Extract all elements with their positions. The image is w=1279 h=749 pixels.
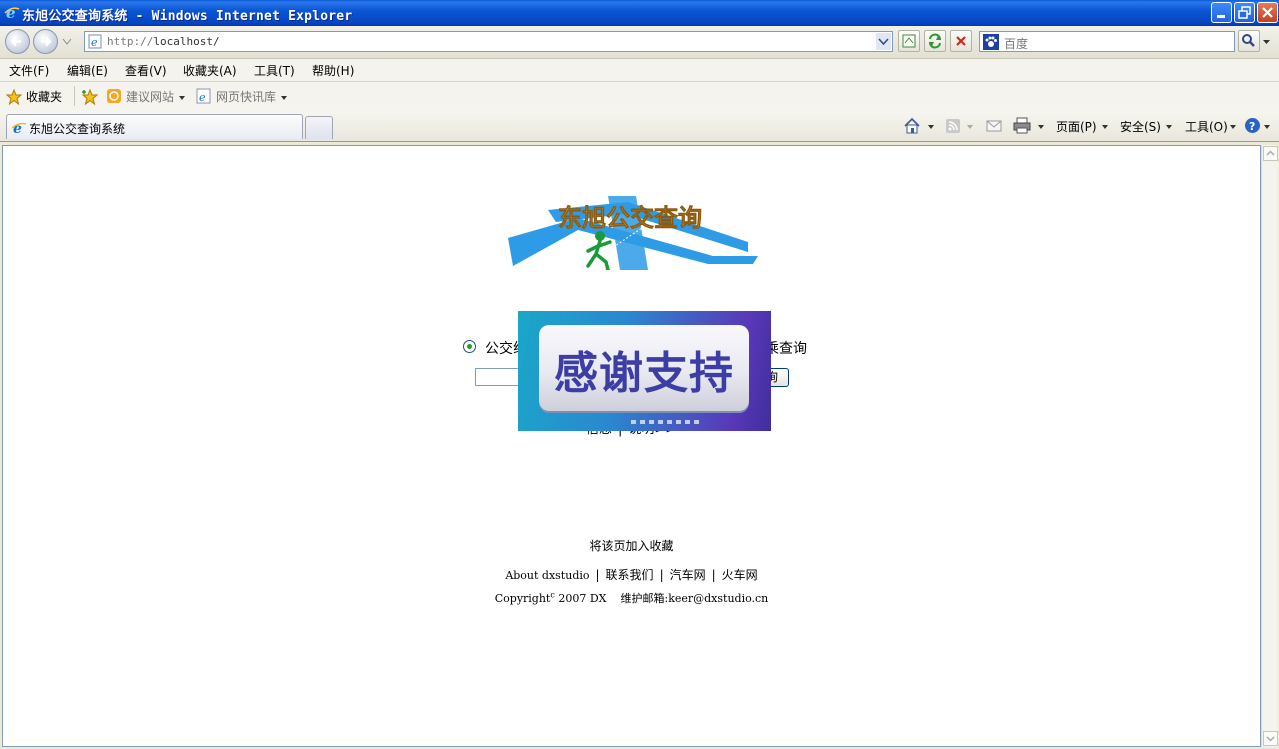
search-options-icon[interactable]: [1262, 38, 1271, 46]
help-dropdown-icon[interactable]: [1263, 124, 1271, 130]
mail-icon[interactable]: [986, 119, 1002, 133]
svg-text:e: e: [6, 4, 16, 20]
logo-text: 东旭公交查询: [558, 203, 702, 232]
address-field[interactable]: e http://localhost/: [84, 31, 893, 52]
menu-tools[interactable]: 工具(T): [254, 62, 295, 79]
copyright: Copyrightc 2007 DX 维护邮箱:keer@dxstudio.cn: [3, 590, 1260, 606]
web-slice-gallery-link[interactable]: 网页快讯库: [216, 88, 276, 105]
feeds-dropdown-icon[interactable]: [966, 124, 974, 130]
maintainer-email: 维护邮箱:keer@dxstudio.cn: [620, 592, 769, 605]
stop-icon: [956, 36, 966, 46]
url-host: localhost/: [153, 35, 220, 48]
scroll-down-icon: [1266, 736, 1275, 742]
train-site-link[interactable]: 火车网: [722, 568, 758, 582]
svg-text:e: e: [199, 91, 206, 104]
help-icon[interactable]: ?: [1244, 117, 1261, 134]
suggested-sites-link[interactable]: 建议网站: [126, 88, 174, 105]
copyright-prefix: Copyright: [494, 592, 551, 605]
scroll-up-button[interactable]: [1263, 146, 1278, 161]
page-dropdown-icon[interactable]: [1101, 124, 1109, 130]
minimize-icon: [1217, 15, 1225, 18]
add-to-favorites-link[interactable]: 将该页加入收藏: [3, 537, 1260, 554]
new-tab-button[interactable]: [305, 116, 333, 139]
page-content: 东旭公交查询 公交线 乘查询 询 信息|说明>> 感谢支持 将该页加入收藏 Ab…: [2, 145, 1261, 747]
print-icon[interactable]: [1013, 117, 1031, 134]
thanks-banner-plate: 感谢支持: [539, 325, 749, 424]
scroll-down-button[interactable]: [1263, 731, 1278, 746]
history-dropdown-icon[interactable]: [62, 38, 72, 46]
menu-edit[interactable]: 编辑(E): [67, 62, 108, 79]
svg-text:?: ?: [1249, 120, 1255, 133]
bus-line-radio[interactable]: [463, 340, 476, 353]
page-icon: e: [88, 34, 102, 49]
home-icon[interactable]: [903, 117, 921, 134]
forward-button[interactable]: [33, 29, 58, 54]
back-arrow-icon: [10, 36, 21, 47]
favorites-bar: 收藏夹 建议网站 e 网页快讯库: [0, 82, 1279, 111]
favorites-divider: [74, 86, 75, 106]
scroll-up-icon: [1266, 150, 1275, 156]
tab-current[interactable]: e 东旭公交查询系统: [6, 114, 303, 139]
safety-dropdown-icon[interactable]: [1165, 124, 1173, 130]
site-logo: 东旭公交查询: [508, 196, 758, 270]
print-dropdown-icon[interactable]: [1037, 124, 1045, 130]
tools-dropdown-icon[interactable]: [1229, 124, 1237, 130]
search-placeholder: 百度: [1004, 37, 1029, 51]
address-dropdown-icon[interactable]: [876, 33, 891, 50]
favorites-star-icon: [6, 89, 22, 105]
vertical-scrollbar[interactable]: [1261, 145, 1278, 747]
about-link[interactable]: About dxstudio: [505, 569, 589, 582]
page-menu[interactable]: 页面(P): [1056, 118, 1097, 135]
footer-links: About dxstudio | 联系我们 | 汽车网 | 火车网: [505, 568, 758, 582]
address-row: e http://localhost/ 百度: [0, 26, 1279, 59]
menu-help[interactable]: 帮助(H): [312, 62, 354, 79]
search-field[interactable]: 百度: [979, 31, 1235, 52]
tools-menu[interactable]: 工具(O): [1185, 118, 1228, 135]
baidu-paw-icon: [983, 34, 999, 50]
web-slice-icon: e: [196, 88, 211, 104]
car-site-link[interactable]: 汽车网: [670, 568, 706, 582]
url-protocol: http://: [107, 35, 154, 48]
tab-ie-icon: e: [12, 121, 27, 135]
thanks-banner-text: 感谢支持: [554, 348, 734, 399]
web-slice-dropdown-icon[interactable]: [280, 95, 288, 101]
home-dropdown-icon[interactable]: [927, 124, 935, 130]
refresh-button[interactable]: [924, 30, 946, 52]
contact-link[interactable]: 联系我们: [606, 568, 654, 582]
window-title: 东旭公交查询系统 - Windows Internet Explorer: [22, 9, 353, 24]
refresh-icon: [929, 33, 941, 49]
menu-file[interactable]: 文件(F): [9, 62, 49, 79]
minimize-button[interactable]: [1211, 2, 1232, 23]
ie-logo-icon: e: [4, 4, 20, 20]
tab-row: e 东旭公交查询系统 页面(P) 安全(S) 工具(O) ?: [0, 111, 1279, 142]
copyright-year: 2007 DX: [554, 592, 607, 605]
suggested-sites-dropdown-icon[interactable]: [178, 95, 186, 101]
feeds-icon[interactable]: [945, 118, 961, 134]
compatibility-view-icon: [902, 34, 916, 48]
tab-title: 东旭公交查询系统: [29, 122, 126, 136]
menu-favorites[interactable]: 收藏夹(A): [183, 62, 237, 79]
search-icon: [1242, 34, 1255, 47]
banner-dots: [631, 420, 701, 424]
menu-bar: 文件(F) 编辑(E) 查看(V) 收藏夹(A) 工具(T) 帮助(H): [0, 59, 1279, 82]
restore-icon: [1238, 6, 1251, 19]
compatibility-view-button[interactable]: [898, 30, 920, 52]
suggested-sites-icon: [107, 89, 121, 103]
menu-view[interactable]: 查看(V): [125, 62, 167, 79]
add-favorite-icon[interactable]: [81, 88, 99, 106]
search-button[interactable]: [1238, 30, 1260, 52]
stop-button[interactable]: [950, 30, 972, 52]
restore-button[interactable]: [1234, 2, 1255, 23]
safety-menu[interactable]: 安全(S): [1120, 118, 1161, 135]
thanks-banner[interactable]: 感谢支持: [518, 311, 771, 431]
back-button[interactable]: [5, 29, 30, 54]
title-bar: e 东旭公交查询系统 - Windows Internet Explorer: [0, 0, 1279, 26]
close-button[interactable]: [1257, 2, 1278, 23]
forward-arrow-icon: [41, 36, 52, 47]
close-icon: [1262, 7, 1273, 18]
transfer-query-label: 乘查询: [765, 341, 807, 357]
favorites-button[interactable]: 收藏夹: [26, 88, 62, 105]
svg-text:e: e: [91, 36, 98, 49]
